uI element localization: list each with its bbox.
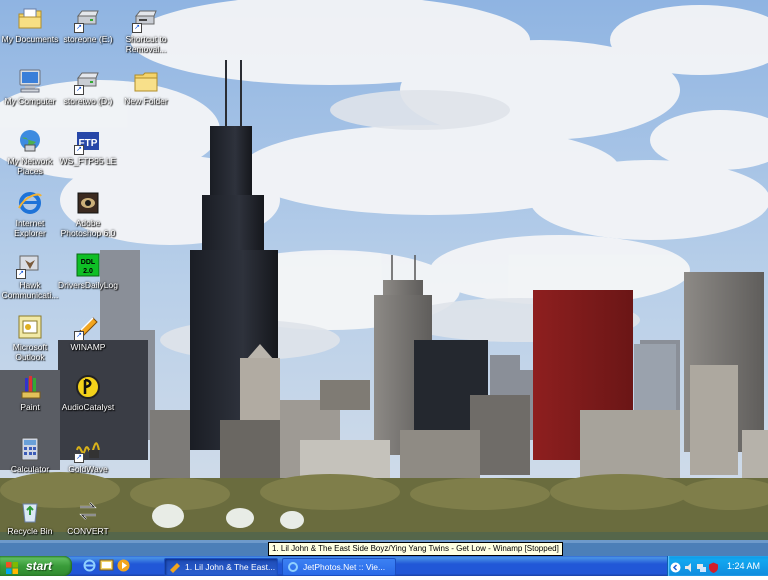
desktop-icon-label: My Computer [4,96,56,106]
tray-network-icon[interactable] [696,560,707,572]
task-winamp[interactable]: 1. Lil John & The East... [164,558,278,576]
windows-flag-icon [6,560,18,574]
desktop-icon-drivers-daily-log[interactable]: DDL 2.0 DriversDailyLog [58,248,118,306]
quicklaunch-internet-explorer-icon[interactable] [82,558,97,573]
shortcut-arrow-icon: ↗ [132,23,142,33]
start-button[interactable]: start [0,556,72,576]
quicklaunch-media-player-icon[interactable] [116,558,131,573]
quick-launch [80,558,160,574]
convert-icon [75,498,101,524]
desktop-icon-label: New Folder [124,96,168,106]
desktop-icon-removable-shortcut[interactable]: ↗ Shortcut to Removal... [116,2,176,60]
desktop-icon-label: AudioCatalyst [61,402,115,412]
desktop-icon-my-computer[interactable]: My Computer [0,64,60,122]
my-computer-icon [17,68,43,94]
shortcut-arrow-icon: ↗ [16,269,26,279]
goldwave-icon: ↗ [74,436,101,463]
tray-audio-icon[interactable] [684,560,695,572]
desktop-icon-winamp[interactable]: ↗ WINAMP [58,310,118,368]
outlook-icon [17,314,43,340]
shortcut-arrow-icon: ↗ [74,331,84,341]
desktop-icon-internet-explorer[interactable]: Internet Explorer [0,186,60,244]
my-documents-icon [17,6,43,32]
desktop-icon-recycle-bin[interactable]: Recycle Bin [0,494,60,552]
desktop-icon-label: My Network Places [7,156,53,176]
hawk-icon: ↗ [16,252,43,279]
desktop-icon-label: Adobe Photoshop 6.0 [60,218,116,238]
start-label: start [26,559,53,573]
desktop-icon-storeone[interactable]: ↗ storeone (E:) [58,2,118,60]
internet-explorer-icon [17,190,43,216]
desktop-icon-microsoft-outlook[interactable]: Microsoft Outlook [0,310,60,368]
desktop-icon-label: storeone (E:) [63,34,113,44]
desktop-icon-label: GoldWave [68,464,108,474]
task-jetphotos[interactable]: JetPhotos.Net :: Vie... [282,558,396,576]
ftp-icon: FTP ↗ [74,128,101,155]
desktop-icon-audiocatalyst[interactable]: AudioCatalyst [58,370,118,428]
desktop-icon-calculator[interactable]: Calculator [0,432,60,490]
desktop-icon-my-documents[interactable]: My Documents [0,2,60,60]
desktop-icon-label: Recycle Bin [7,526,53,536]
desktop-icon-convert[interactable]: CONVERT [58,494,118,552]
desktop-icon-new-folder[interactable]: New Folder [116,64,176,122]
task-label: JetPhotos.Net :: Vie... [303,562,386,572]
drive-icon: ↗ [74,68,101,95]
desktop-icon-label: Microsoft Outlook [12,342,48,362]
svg-text:DDL: DDL [81,259,96,266]
quicklaunch-show-desktop-icon[interactable] [99,558,114,573]
desktop-icon-label: Hawk Communicati... [1,280,59,300]
desktop-icon-paint[interactable]: Paint [0,370,60,428]
desktop-icon-label: CONVERT [67,526,109,536]
recycle-bin-icon [17,498,43,524]
shortcut-arrow-icon: ↗ [74,23,84,33]
desktop-icon-label: Internet Explorer [14,218,46,238]
desktop-icon-my-network-places[interactable]: My Network Places [0,124,60,182]
desktop-icon-label: Paint [20,402,40,412]
removable-drive-icon: ↗ [132,6,159,33]
desktop-icon-label: Calculator [10,464,50,474]
ddl-icon: DDL 2.0 [75,252,101,278]
paint-icon [17,374,43,400]
folder-icon [133,68,159,94]
taskbar: start 1. Lil John & The East... JetPhoto… [0,556,768,576]
desktop-icon-goldwave[interactable]: ↗ GoldWave [58,432,118,490]
svg-text:2.0: 2.0 [83,268,93,275]
desktop-icon-label: WS_FTP95 LE [59,156,117,166]
calculator-icon [17,436,43,462]
desktop-icon-photoshop[interactable]: Adobe Photoshop 6.0 [58,186,118,244]
desktop-icon-label: storetwo (D:) [63,96,113,106]
desktop-icon-label: WINAMP [70,342,106,352]
audiocatalyst-icon [75,374,101,400]
winamp-tooltip: 1. Lil John & The East Side Boyz/Ying Ya… [268,542,563,556]
desktop-icon-label: My Documents [1,34,59,44]
desktop-icon-storetwo[interactable]: ↗ storetwo (D:) [58,64,118,122]
system-tray: 1:24 AM [667,556,768,576]
desktop-icon-hawk[interactable]: ↗ Hawk Communicati... [0,248,60,306]
tray-expand-icon[interactable] [670,560,681,573]
desktop-icon-label: DriversDailyLog [58,280,118,290]
photoshop-icon [75,190,101,216]
task-label: 1. Lil John & The East... [185,562,276,572]
internet-explorer-icon [287,561,299,573]
desktop-icon-label: Shortcut to Removal... [125,34,167,54]
drive-icon: ↗ [74,6,101,33]
shortcut-arrow-icon: ↗ [74,453,84,463]
network-places-icon [17,128,43,154]
desktop-icon-ws-ftp[interactable]: FTP ↗ WS_FTP95 LE [58,124,118,182]
shortcut-arrow-icon: ↗ [74,85,84,95]
tray-shield-icon[interactable] [708,560,719,573]
winamp-icon: ↗ [74,314,101,341]
clock[interactable]: 1:24 AM [727,556,760,576]
winamp-icon [169,561,181,573]
shortcut-arrow-icon: ↗ [74,145,84,155]
